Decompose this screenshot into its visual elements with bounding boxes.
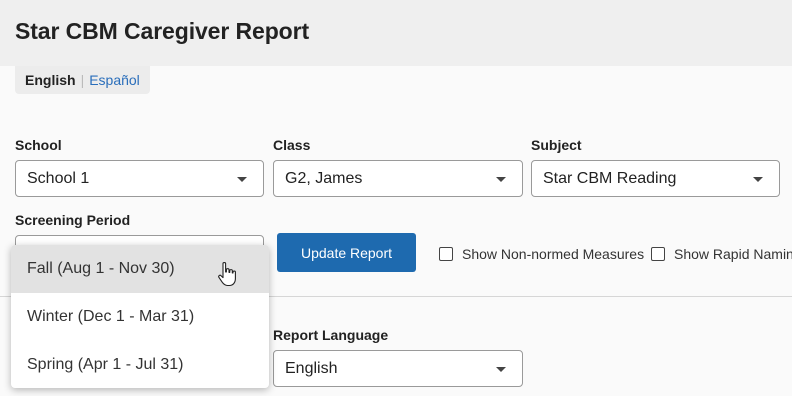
rapid-naming-checkbox[interactable] xyxy=(651,247,665,261)
non-normed-measures-label: Show Non-normed Measures xyxy=(462,246,645,262)
hand-cursor-icon xyxy=(218,261,236,287)
class-select[interactable]: G2, James xyxy=(273,160,523,197)
report-language-value: English xyxy=(285,359,338,377)
subject-label: Subject xyxy=(531,137,582,153)
chevron-down-icon xyxy=(496,177,506,182)
page-title: Star CBM Caregiver Report xyxy=(15,18,310,44)
chevron-down-icon xyxy=(496,367,506,372)
rapid-naming-option[interactable]: Show Rapid Namin xyxy=(651,246,792,262)
chevron-down-icon xyxy=(753,177,763,182)
non-normed-measures-checkbox[interactable] xyxy=(439,247,453,261)
dropdown-option-winter[interactable]: Winter (Dec 1 - Mar 31) xyxy=(11,293,269,341)
report-language-select[interactable]: English xyxy=(273,350,523,387)
language-espanol-link[interactable]: Español xyxy=(89,72,140,88)
update-report-button[interactable]: Update Report xyxy=(277,233,416,272)
school-select-value: School 1 xyxy=(27,169,90,187)
report-language-label: Report Language xyxy=(273,327,389,343)
class-label: Class xyxy=(273,137,311,153)
school-select[interactable]: School 1 xyxy=(15,160,264,197)
rapid-naming-label: Show Rapid Namin xyxy=(674,246,792,262)
page-header: Star CBM Caregiver Report xyxy=(0,0,792,66)
language-english-active: English xyxy=(25,72,76,88)
language-switch: English | Español xyxy=(15,66,150,94)
subject-select-value: Star CBM Reading xyxy=(543,169,677,187)
screening-period-label: Screening Period xyxy=(15,212,131,228)
subject-select[interactable]: Star CBM Reading xyxy=(531,160,780,197)
chevron-down-icon xyxy=(237,177,247,182)
dropdown-option-spring[interactable]: Spring (Apr 1 - Jul 31) xyxy=(11,341,269,388)
class-select-value: G2, James xyxy=(285,169,363,187)
school-label: School xyxy=(15,137,62,153)
language-separator: | xyxy=(80,72,85,88)
non-normed-measures-option[interactable]: Show Non-normed Measures xyxy=(439,246,644,262)
